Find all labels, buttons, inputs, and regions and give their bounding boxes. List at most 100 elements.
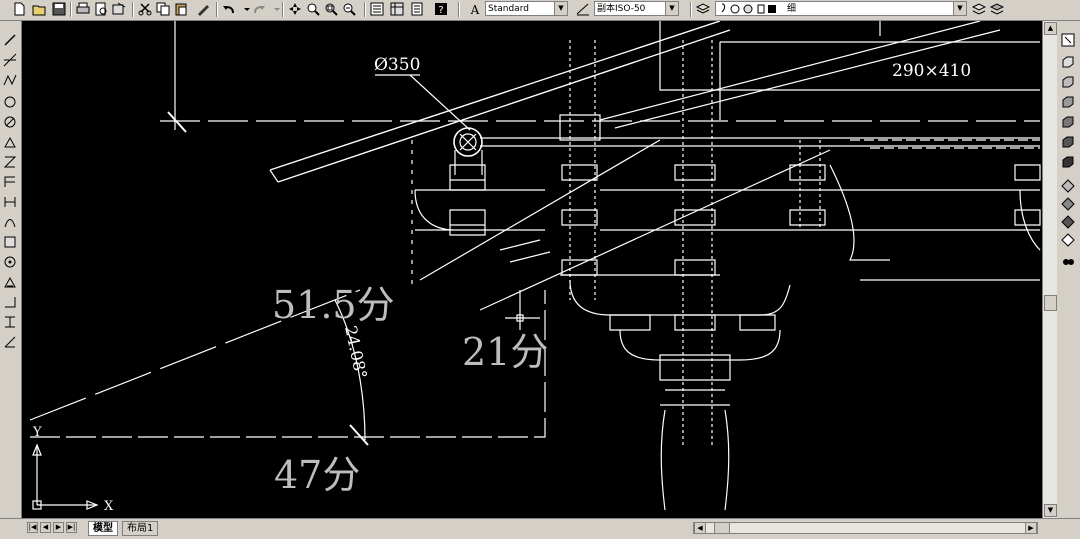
column-shaft bbox=[660, 409, 730, 511]
sphere-icon[interactable] bbox=[1061, 115, 1075, 129]
chevron-down-icon[interactable]: ▼ bbox=[554, 2, 567, 15]
open-file-icon[interactable] bbox=[32, 2, 46, 16]
copy-icon[interactable] bbox=[156, 2, 170, 16]
drawing-canvas[interactable]: Ø350 290×410 51.5分 24.08° 21分 47分 Y X bbox=[22, 21, 1042, 518]
layer-select[interactable]: 细 ▼ bbox=[715, 1, 967, 16]
circle-icon[interactable] bbox=[3, 155, 17, 169]
ucs-axes bbox=[36, 445, 97, 506]
redo-icon[interactable] bbox=[252, 2, 266, 16]
tick-mark bbox=[167, 111, 187, 133]
section-icon[interactable] bbox=[1061, 233, 1075, 247]
leader bbox=[409, 74, 471, 131]
spline-icon[interactable] bbox=[3, 195, 17, 209]
last-tab-icon[interactable]: ▶| bbox=[66, 522, 77, 533]
column-hatch bbox=[682, 40, 713, 445]
next-tab-icon[interactable]: ▶ bbox=[53, 522, 64, 533]
make-current-layer-icon[interactable] bbox=[972, 2, 986, 16]
rectangle-icon[interactable] bbox=[3, 115, 17, 129]
prev-tab-icon[interactable]: ◀ bbox=[40, 522, 51, 533]
text-style-select[interactable]: Standard ▼ bbox=[485, 1, 568, 16]
horizontal-scrollbar[interactable]: ◀ ▶ bbox=[693, 522, 1038, 534]
draw-toolbar bbox=[0, 21, 22, 518]
dimension-style-icon[interactable] bbox=[576, 2, 590, 16]
redo-dropdown-icon[interactable] bbox=[270, 2, 280, 16]
layer-state-icon bbox=[721, 3, 776, 14]
wedge-icon[interactable] bbox=[1061, 75, 1075, 89]
erase-icon[interactable] bbox=[1061, 33, 1075, 47]
extrude-icon[interactable] bbox=[1061, 179, 1075, 193]
bracket-block bbox=[449, 164, 486, 236]
insert-block-icon[interactable] bbox=[3, 235, 17, 249]
undo-dropdown-icon[interactable] bbox=[240, 2, 250, 16]
tool-palettes-icon[interactable] bbox=[410, 2, 424, 16]
paste-icon[interactable] bbox=[174, 2, 188, 16]
multiline-text-icon[interactable] bbox=[3, 335, 17, 349]
dimension-21: 21分 bbox=[462, 330, 548, 374]
vertical-scrollbar[interactable]: ▲ ▼ bbox=[1042, 21, 1058, 518]
properties-icon[interactable] bbox=[370, 2, 384, 16]
layer-properties-icon[interactable] bbox=[696, 2, 710, 16]
scroll-down-icon[interactable]: ▼ bbox=[1044, 504, 1057, 517]
zoom-previous-icon[interactable] bbox=[342, 2, 356, 16]
dimension-style-select[interactable]: 副本ISO-50 ▼ bbox=[594, 1, 679, 16]
point-icon[interactable] bbox=[3, 255, 17, 269]
polyline-icon[interactable] bbox=[3, 73, 17, 87]
line-icon[interactable] bbox=[3, 33, 17, 47]
capital-line bbox=[660, 389, 730, 406]
publish-icon[interactable] bbox=[112, 2, 126, 16]
first-tab-icon[interactable]: |◀ bbox=[27, 522, 38, 533]
slice-icon[interactable] bbox=[1061, 215, 1075, 229]
polygon-icon[interactable] bbox=[3, 95, 17, 109]
revolve-icon[interactable] bbox=[1061, 197, 1075, 211]
capital-block bbox=[659, 354, 731, 381]
zoom-realtime-icon[interactable] bbox=[306, 2, 320, 16]
revision-cloud-icon[interactable] bbox=[3, 175, 17, 189]
undo-icon[interactable] bbox=[222, 2, 236, 16]
arc-icon[interactable] bbox=[3, 135, 17, 149]
design-center-icon[interactable] bbox=[390, 2, 404, 16]
chevron-down-icon[interactable]: ▼ bbox=[665, 2, 678, 15]
layer-previous-icon[interactable] bbox=[990, 2, 1004, 16]
dimension-style-value: 副本ISO-50 bbox=[597, 4, 646, 14]
layer-name: 细 bbox=[787, 4, 797, 14]
save-icon[interactable] bbox=[52, 2, 66, 16]
cone-icon[interactable] bbox=[1061, 95, 1075, 109]
rafter bbox=[277, 29, 731, 183]
text-style-icon[interactable]: A bbox=[468, 2, 482, 16]
tab-model[interactable]: 模型 bbox=[88, 521, 118, 536]
svg-text:A: A bbox=[470, 3, 480, 16]
pan-realtime-icon[interactable] bbox=[288, 2, 302, 16]
ellipse-icon[interactable] bbox=[3, 215, 17, 229]
scroll-left-icon[interactable]: ◀ bbox=[694, 522, 706, 534]
scroll-right-icon[interactable]: ▶ bbox=[1025, 522, 1037, 534]
print-icon[interactable] bbox=[76, 2, 90, 16]
print-preview-icon[interactable] bbox=[94, 2, 108, 16]
match-properties-icon[interactable] bbox=[196, 2, 210, 16]
interfere-icon[interactable] bbox=[1061, 253, 1075, 267]
purlin-mark bbox=[459, 133, 477, 151]
rafter-end bbox=[269, 169, 279, 183]
bracket-curve bbox=[829, 164, 890, 261]
scroll-thumb[interactable] bbox=[1044, 295, 1057, 311]
eave-line bbox=[850, 139, 1040, 149]
help-icon[interactable]: ? bbox=[434, 2, 448, 16]
cylinder-icon[interactable] bbox=[1061, 135, 1075, 149]
layout-tabs-bar: |◀ ◀ ▶ ▶| 模型 布局1 ◀ ▶ bbox=[0, 518, 1080, 539]
new-file-icon[interactable] bbox=[12, 2, 26, 16]
hatch-icon[interactable] bbox=[3, 275, 17, 289]
cut-icon[interactable] bbox=[138, 2, 152, 16]
zoom-window-icon[interactable] bbox=[324, 2, 338, 16]
torus-icon[interactable] bbox=[1061, 155, 1075, 169]
construction-line-icon[interactable] bbox=[3, 53, 17, 67]
chevron-down-icon[interactable]: ▼ bbox=[953, 2, 966, 15]
ucs-y-label: Y bbox=[32, 425, 42, 440]
scroll-up-icon[interactable]: ▲ bbox=[1044, 22, 1057, 35]
table-icon[interactable] bbox=[3, 315, 17, 329]
region-icon[interactable] bbox=[3, 295, 17, 309]
tab-layout1[interactable]: 布局1 bbox=[122, 521, 159, 536]
dimension-angle: 24.08° bbox=[341, 324, 371, 381]
dimension-section: 290×410 bbox=[892, 61, 971, 81]
scroll-thumb-horizontal[interactable] bbox=[714, 522, 730, 534]
beam bbox=[480, 137, 1040, 147]
box-icon[interactable] bbox=[1061, 55, 1075, 69]
